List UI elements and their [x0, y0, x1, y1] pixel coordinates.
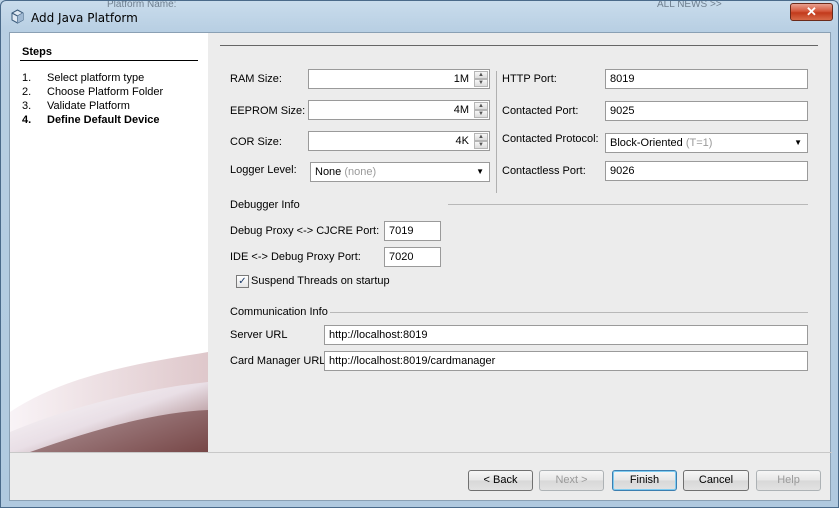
- spin-up-icon[interactable]: ▲: [474, 133, 488, 141]
- cancel-button[interactable]: Cancel: [683, 470, 749, 491]
- cor-size-spinner[interactable]: 4K ▲ ▼: [308, 131, 490, 151]
- step-number: 3.: [22, 100, 32, 112]
- eeprom-size-spinner[interactable]: 4M ▲ ▼: [308, 100, 490, 120]
- step-number: 1.: [22, 72, 32, 84]
- debugger-section-divider: [448, 204, 808, 205]
- contacted-port-input[interactable]: 9025: [605, 101, 808, 121]
- contacted-protocol-label: Contacted Protocol:: [502, 133, 599, 145]
- step-number: 4.: [22, 114, 32, 126]
- title-bar[interactable]: Add Java Platform Platform Name: ALL NEW…: [1, 1, 838, 31]
- step-label: Validate Platform: [47, 100, 130, 112]
- contacted-protocol-value: Block-Oriented: [610, 137, 683, 149]
- eeprom-size-spin-buttons[interactable]: ▲ ▼: [474, 102, 488, 118]
- background-fragment-right: ALL NEWS >>: [657, 1, 722, 9]
- background-fragment-left: Platform Name:: [107, 1, 177, 9]
- step-item: 2. Choose Platform Folder: [22, 86, 163, 98]
- check-icon: ✓: [238, 276, 247, 287]
- step-number: 2.: [22, 86, 32, 98]
- chevron-down-icon[interactable]: ▼: [794, 134, 802, 152]
- java-platform-icon: [11, 9, 24, 24]
- logger-level-label: Logger Level:: [230, 164, 297, 176]
- suspend-threads-label[interactable]: Suspend Threads on startup: [251, 275, 390, 287]
- debug-proxy-port-input[interactable]: 7019: [384, 221, 441, 241]
- card-manager-url-input[interactable]: http://localhost:8019/cardmanager: [324, 351, 808, 371]
- ide-proxy-port-input[interactable]: 7020: [384, 247, 441, 267]
- eeprom-size-value: 4M: [453, 104, 469, 116]
- ram-size-spin-buttons[interactable]: ▲ ▼: [474, 71, 488, 87]
- step-item-current: 4. Define Default Device: [22, 114, 159, 126]
- wizard-swoosh-graphic: [10, 342, 208, 452]
- spin-down-icon[interactable]: ▼: [474, 141, 488, 149]
- server-url-label: Server URL: [230, 329, 288, 341]
- spin-down-icon[interactable]: ▼: [474, 79, 488, 87]
- cor-size-spin-buttons[interactable]: ▲ ▼: [474, 133, 488, 149]
- steps-divider: [20, 60, 198, 61]
- back-button[interactable]: < Back: [468, 470, 533, 491]
- cor-size-value: 4K: [455, 135, 469, 147]
- eeprom-size-label: EEPROM Size:: [230, 105, 306, 117]
- content-top-separator: [220, 45, 818, 46]
- cor-size-label: COR Size:: [230, 136, 282, 148]
- logger-level-value: None: [315, 166, 342, 178]
- http-port-input[interactable]: 8019: [605, 69, 808, 89]
- ram-size-value: 1M: [453, 73, 469, 85]
- button-bar-separator: [10, 452, 832, 453]
- spin-up-icon[interactable]: ▲: [474, 71, 488, 79]
- debugger-info-section-label: Debugger Info: [230, 199, 300, 211]
- contactless-port-label: Contactless Port:: [502, 165, 586, 177]
- spin-down-icon[interactable]: ▼: [474, 110, 488, 118]
- step-label: Define Default Device: [47, 114, 160, 126]
- communication-info-section-label: Communication Info: [230, 306, 328, 318]
- help-button[interactable]: Help: [756, 470, 821, 491]
- logger-level-hint: (none): [344, 166, 377, 178]
- communication-section-divider: [330, 312, 808, 313]
- close-icon: ✕: [806, 4, 817, 19]
- server-url-input[interactable]: http://localhost:8019: [324, 325, 808, 345]
- dialog-window: Add Java Platform Platform Name: ALL NEW…: [0, 0, 839, 508]
- card-manager-url-label: Card Manager URL: [230, 355, 326, 367]
- step-item: 1. Select platform type: [22, 72, 144, 84]
- ram-size-spinner[interactable]: 1M ▲ ▼: [308, 69, 490, 89]
- contacted-port-label: Contacted Port:: [502, 105, 579, 117]
- step-label: Choose Platform Folder: [47, 86, 164, 98]
- logger-level-dropdown[interactable]: None (none) ▼: [310, 162, 490, 182]
- step-label: Select platform type: [47, 72, 145, 84]
- dialog-client-area: Steps 1. Select platform type 2. Choose Pl…: [9, 32, 832, 501]
- spin-up-icon[interactable]: ▲: [474, 102, 488, 110]
- contacted-protocol-dropdown[interactable]: Block-Oriented (T=1) ▼: [605, 133, 808, 153]
- chevron-down-icon[interactable]: ▼: [476, 163, 484, 181]
- contacted-protocol-hint: (T=1): [685, 137, 713, 149]
- suspend-threads-checkbox[interactable]: ✓: [236, 275, 249, 288]
- steps-title: Steps: [22, 46, 52, 58]
- window-title: Add Java Platform: [31, 11, 138, 25]
- next-button[interactable]: Next >: [539, 470, 604, 491]
- steps-panel: Steps 1. Select platform type 2. Choose Pl…: [10, 33, 208, 452]
- contactless-port-input[interactable]: 9026: [605, 161, 808, 181]
- debug-proxy-port-label: Debug Proxy <-> CJCRE Port:: [230, 225, 380, 237]
- finish-button[interactable]: Finish: [612, 470, 677, 491]
- ide-proxy-port-label: IDE <-> Debug Proxy Port:: [230, 251, 361, 263]
- http-port-label: HTTP Port:: [502, 73, 557, 85]
- close-button[interactable]: ✕: [790, 3, 833, 21]
- step-item: 3. Validate Platform: [22, 100, 130, 112]
- column-separator: [496, 71, 497, 193]
- ram-size-label: RAM Size:: [230, 73, 282, 85]
